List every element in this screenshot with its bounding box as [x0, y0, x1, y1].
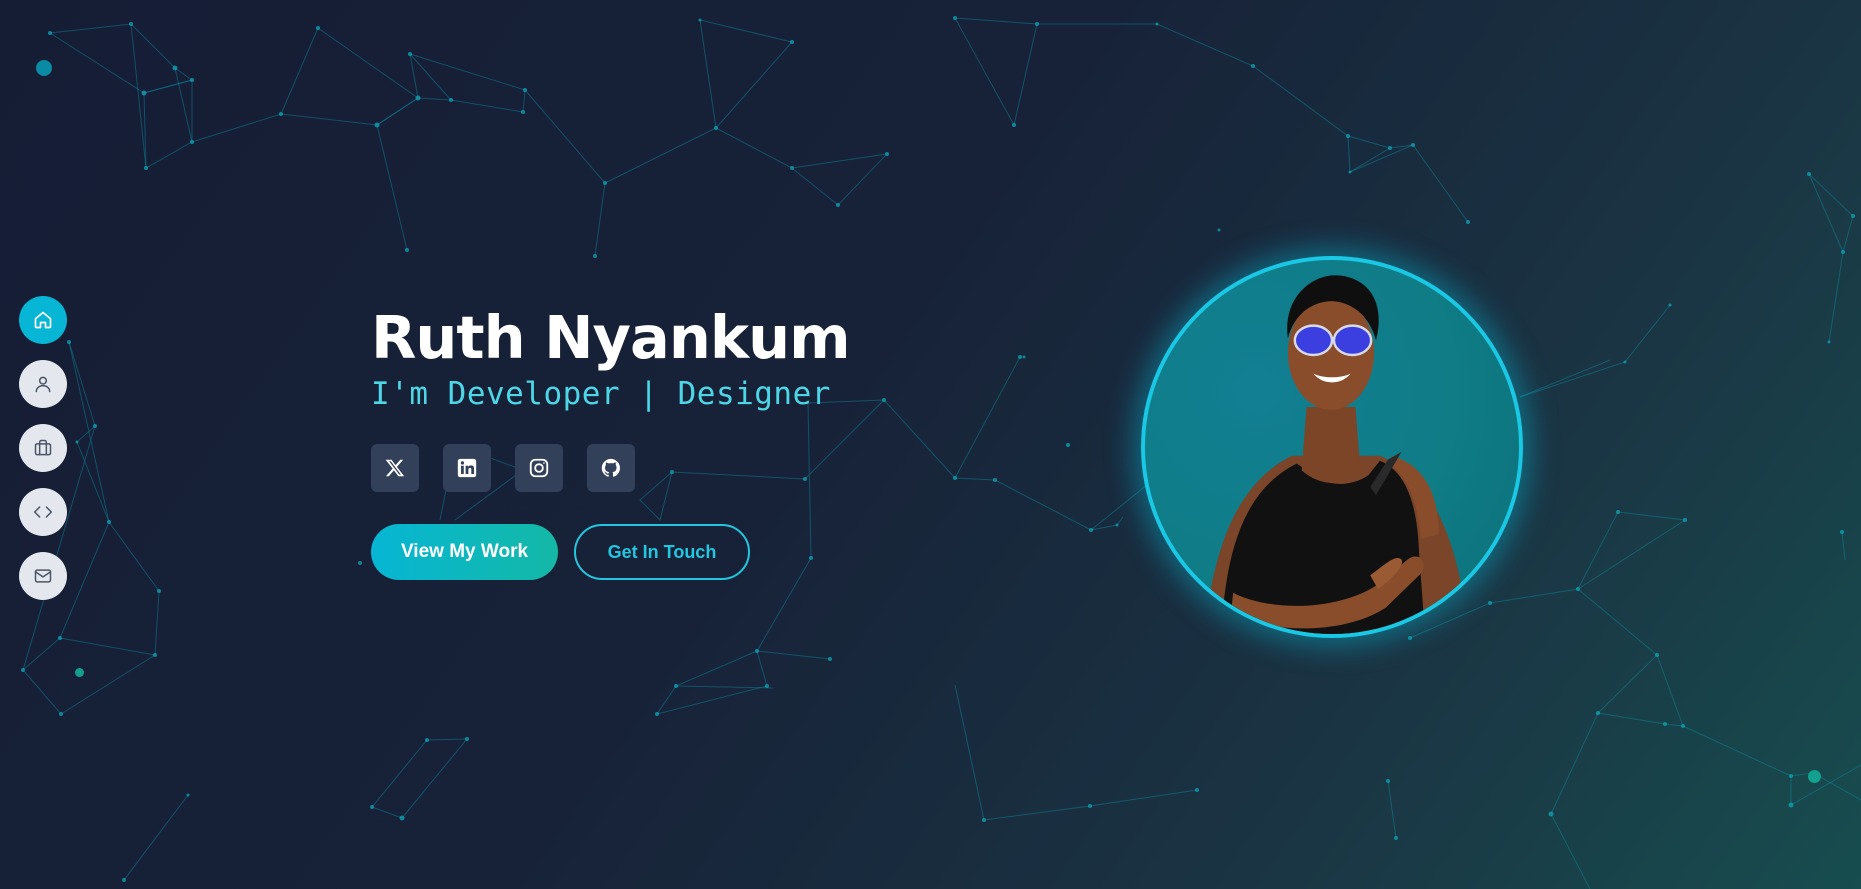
- x-twitter-icon: [385, 459, 405, 477]
- hero-role: I'm Developer | Designer: [371, 376, 831, 412]
- nav-experience-button[interactable]: [19, 424, 67, 472]
- linkedin-icon: [457, 458, 477, 478]
- nav-contact-button[interactable]: [19, 552, 67, 600]
- view-my-work-button[interactable]: View My Work: [371, 524, 558, 580]
- decorative-dot: [36, 60, 52, 76]
- hero-name: Ruth Nyankum: [371, 303, 851, 372]
- github-link[interactable]: [587, 444, 635, 492]
- profile-photo: [1141, 256, 1523, 638]
- particle-network-background: [21, 16, 1861, 889]
- instagram-icon: [529, 458, 549, 478]
- nav-home-button[interactable]: [19, 296, 67, 344]
- social-links: [371, 444, 850, 492]
- side-navigation: [19, 296, 67, 600]
- code-icon: [33, 506, 53, 518]
- user-icon: [35, 376, 51, 393]
- linkedin-link[interactable]: [443, 444, 491, 492]
- github-icon: [601, 458, 620, 477]
- home-icon: [34, 311, 52, 329]
- person-portrait-illustration: [1203, 275, 1469, 634]
- mail-icon: [34, 569, 52, 583]
- hero-section: Ruth Nyankum I'm Developer | Designer Vi…: [371, 302, 851, 580]
- decorative-dot: [1808, 770, 1821, 783]
- get-in-touch-button[interactable]: Get In Touch: [574, 524, 750, 580]
- x-twitter-link[interactable]: [371, 444, 419, 492]
- nav-projects-button[interactable]: [19, 488, 67, 536]
- cta-row: View My Work Get In Touch: [371, 524, 850, 580]
- instagram-link[interactable]: [515, 444, 563, 492]
- briefcase-icon: [34, 439, 52, 456]
- nav-about-button[interactable]: [19, 360, 67, 408]
- decorative-dot: [75, 668, 84, 677]
